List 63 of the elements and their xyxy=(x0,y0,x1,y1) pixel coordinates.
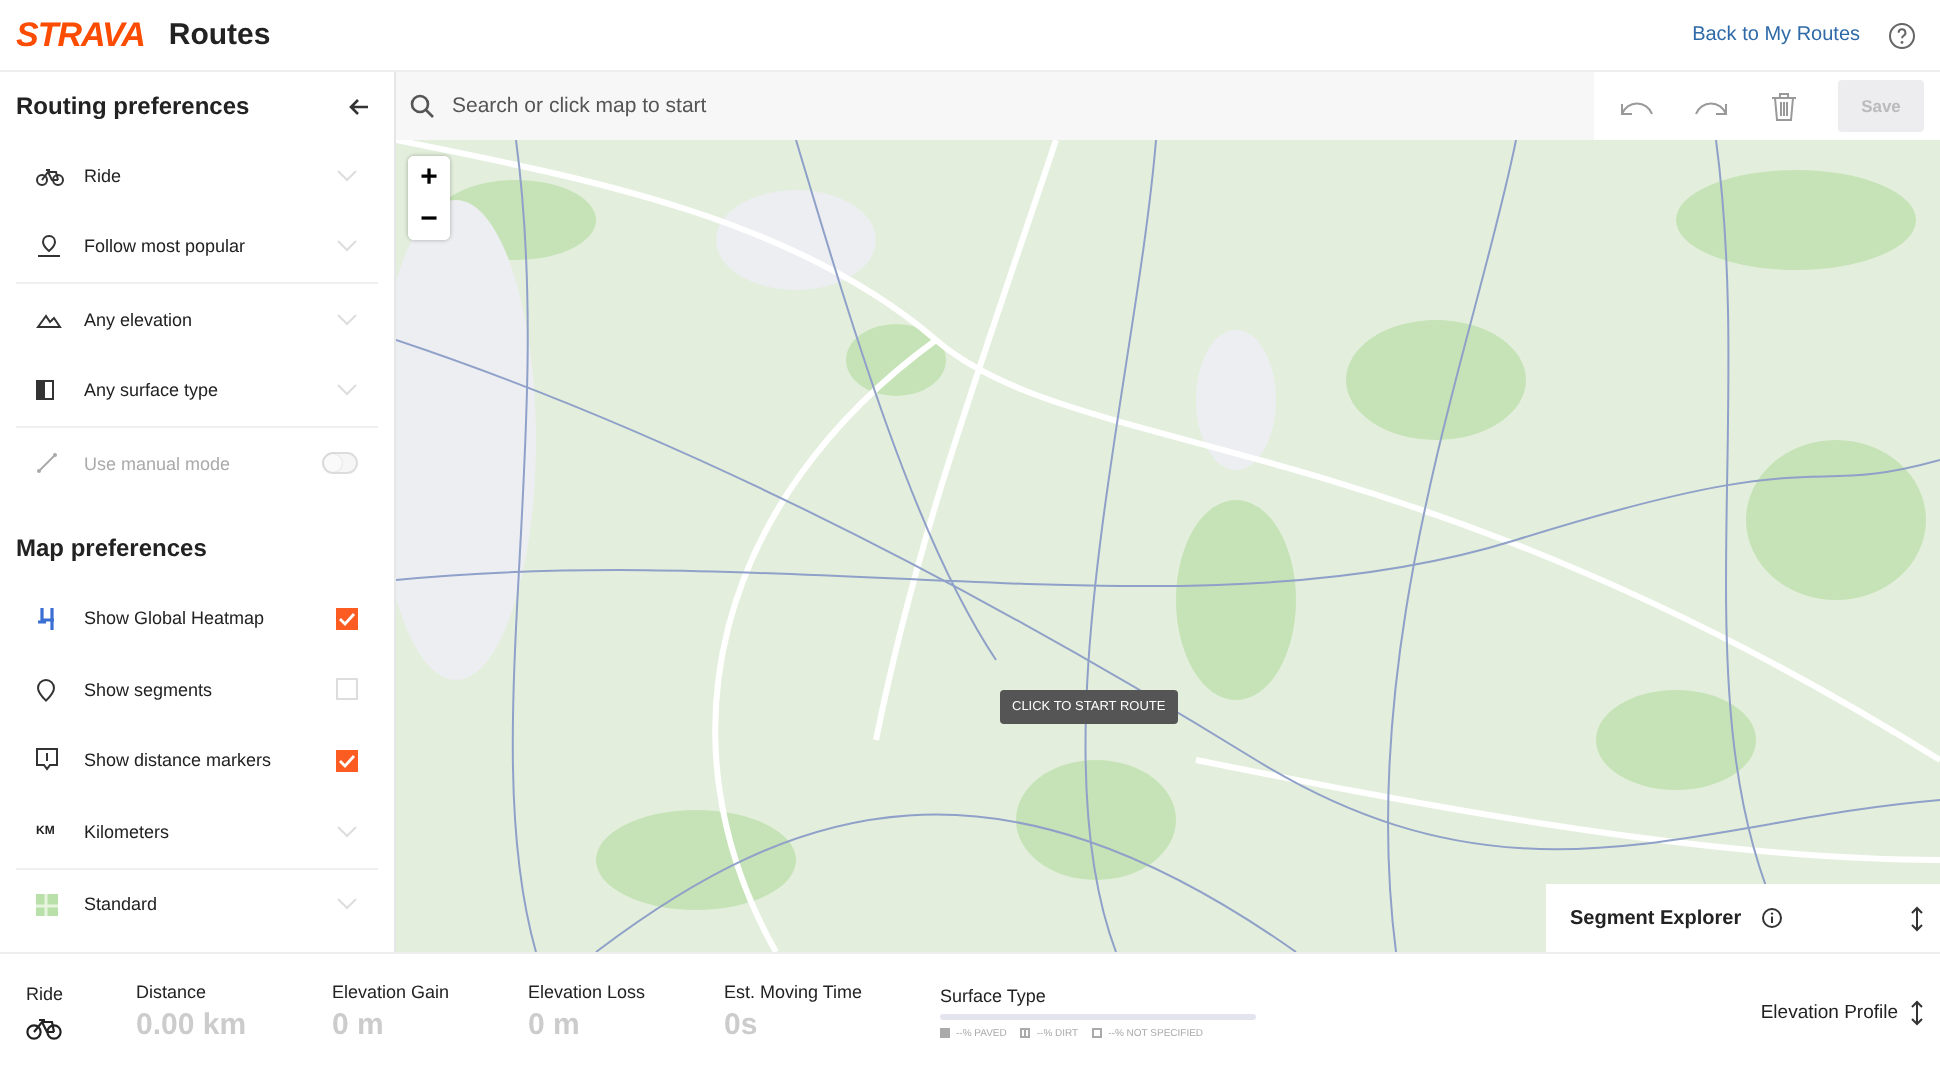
section-title: Map preferences xyxy=(16,533,207,561)
dropdown-row[interactable]: Any surface type xyxy=(16,355,378,428)
stat-label: Elevation Gain xyxy=(332,982,452,1002)
mountain-icon xyxy=(36,311,62,328)
chevron-down-icon xyxy=(336,384,358,397)
heatmap-icon xyxy=(36,606,58,631)
section-title: Routing preferences xyxy=(16,92,250,120)
stat-label: Elevation Loss xyxy=(528,982,648,1002)
help-icon[interactable] xyxy=(1888,21,1916,49)
chevron-down-icon xyxy=(336,825,358,838)
back-link[interactable]: Back to My Routes xyxy=(1692,24,1860,46)
search-field[interactable]: Search or click map to start xyxy=(448,92,1594,120)
redo-icon[interactable] xyxy=(1694,97,1730,115)
panel-title: Segment Explorer xyxy=(1570,907,1742,929)
strava-logo: STRAVA xyxy=(16,15,145,55)
checkbox-row[interactable]: Show segments xyxy=(16,654,378,725)
dropdown-row[interactable]: Standard xyxy=(16,869,378,940)
bicycle-icon xyxy=(36,165,64,186)
search-icon xyxy=(410,94,434,118)
chevron-down-icon xyxy=(336,169,358,182)
checkbox[interactable] xyxy=(336,749,358,772)
segment-explorer-panel[interactable]: Segment Explorer xyxy=(1546,884,1940,952)
dropdown-row[interactable]: Any elevation xyxy=(16,284,378,355)
undo-icon[interactable] xyxy=(1618,97,1654,115)
option-label: Ride xyxy=(84,165,124,186)
stat-label: Est. Moving Time xyxy=(724,982,865,1002)
zoom-in-button[interactable]: + xyxy=(408,156,450,198)
option-label: Show distance markers xyxy=(84,750,274,771)
info-icon[interactable] xyxy=(1761,908,1782,928)
checkbox-row[interactable]: Show Global Heatmap xyxy=(16,583,378,654)
option-label: Follow most popular xyxy=(84,236,248,257)
checkbox[interactable] xyxy=(336,607,358,630)
collapse-arrow-icon[interactable] xyxy=(348,97,370,115)
dropdown-row[interactable]: Ride xyxy=(16,140,378,211)
bicycle-icon xyxy=(26,1016,62,1040)
option-label: Show Global Heatmap xyxy=(84,608,267,629)
stat-label: Distance xyxy=(136,982,209,1002)
page-title: Routes xyxy=(168,18,271,52)
option-label: Show segments xyxy=(84,679,215,700)
dropdown-row[interactable]: Follow most popular xyxy=(16,211,378,284)
pin-icon xyxy=(36,677,56,702)
chevron-down-icon xyxy=(336,240,358,253)
chevron-down-icon xyxy=(336,313,358,326)
stat-label: Surface Type xyxy=(940,985,1048,1005)
checkbox-row[interactable]: Show distance markers xyxy=(16,725,378,796)
expand-arrows-icon[interactable] xyxy=(1910,905,1924,931)
pencil-line-icon xyxy=(36,452,58,475)
trash-icon[interactable] xyxy=(1770,91,1798,121)
option-label: Use manual mode xyxy=(84,453,233,474)
zoom-out-button[interactable]: − xyxy=(408,198,450,240)
elevation-profile-toggle[interactable]: Elevation Profile xyxy=(1760,1001,1898,1023)
distance-marker-icon xyxy=(36,748,58,773)
location-icon xyxy=(36,234,62,259)
option-label: Kilometers xyxy=(84,821,172,842)
chevron-down-icon xyxy=(336,898,358,911)
stat-label: Ride xyxy=(26,984,66,1004)
map-tile-icon xyxy=(36,893,58,916)
option-label: Any surface type xyxy=(84,380,221,401)
expand-arrows-icon[interactable] xyxy=(1910,999,1924,1025)
option-label: Standard xyxy=(84,894,160,915)
option-label: Any elevation xyxy=(84,309,195,330)
half-square-icon xyxy=(36,380,54,401)
search-bar[interactable]: Search or click map to start xyxy=(396,72,1594,140)
